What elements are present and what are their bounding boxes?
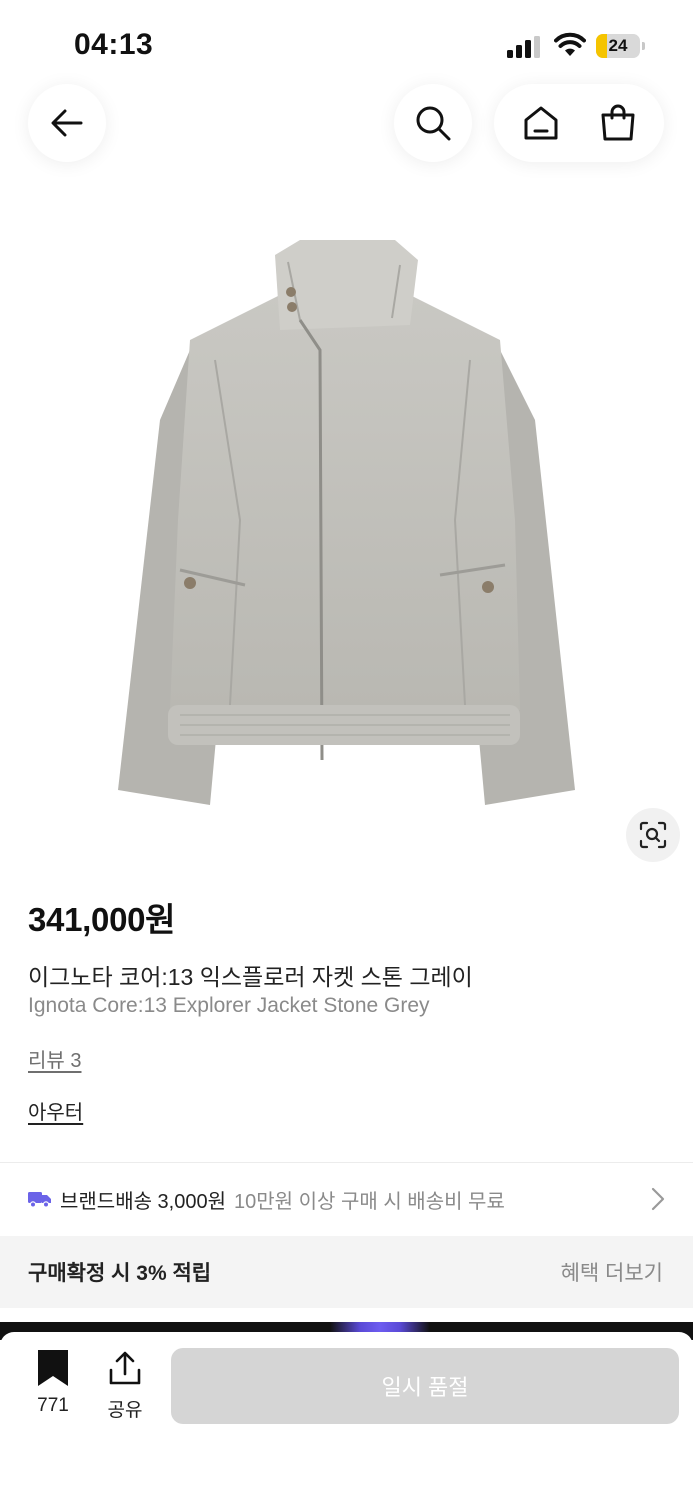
battery-level-text: 24 [608, 36, 628, 55]
visual-search-button[interactable] [626, 808, 680, 862]
status-time: 04:13 [74, 28, 154, 61]
status-bar: 04:13 24 [0, 0, 693, 90]
arrow-left-icon [51, 109, 83, 137]
cellular-signal-icon [507, 36, 540, 58]
product-name-english: Ignota Core:13 Explorer Jacket Stone Gre… [28, 994, 430, 1017]
home-cart-group [494, 84, 664, 162]
benefit-row: 구매확정 시 3% 적립 혜택 더보기 [0, 1236, 693, 1308]
category-link[interactable]: 아우터 [28, 1096, 83, 1125]
back-button[interactable] [28, 84, 106, 162]
bookmark-button[interactable]: 771 [28, 1350, 78, 1417]
cart-button[interactable] [599, 104, 637, 142]
more-benefits-link[interactable]: 혜택 더보기 [561, 1257, 663, 1287]
shopping-bag-icon [601, 104, 634, 141]
share-label: 공유 [107, 1400, 143, 1421]
product-price: 341,000원 [28, 901, 176, 938]
truck-icon [28, 1192, 51, 1208]
wifi-icon [554, 32, 586, 56]
bottom-action-bar: 771 공유 일시 품절 [0, 1332, 693, 1500]
share-button[interactable]: 공유 [100, 1350, 150, 1422]
share-icon [109, 1351, 141, 1385]
reward-points-text: 구매확정 시 3% 적립 [28, 1262, 212, 1285]
bookmark-count: 771 [37, 1395, 69, 1416]
home-button[interactable] [522, 104, 560, 142]
sold-out-button[interactable]: 일시 품절 [171, 1348, 679, 1424]
free-shipping-condition: 10만원 이상 구매 시 배송비 무료 [234, 1190, 505, 1213]
product-image[interactable] [0, 200, 693, 860]
bookmark-icon [38, 1350, 68, 1386]
shipping-fee: 브랜드배송 3,000원 [60, 1190, 227, 1213]
review-link[interactable]: 리뷰 3 [28, 1044, 81, 1073]
product-name-korean: 이그노타 코어:13 익스플로러 자켓 스톤 그레이 [28, 964, 473, 990]
home-icon [524, 106, 557, 140]
shipping-info-row[interactable]: 브랜드배송 3,000원 10만원 이상 구매 시 배송비 무료 [0, 1163, 693, 1235]
chevron-right-icon [651, 1187, 665, 1211]
search-icon [416, 106, 451, 141]
battery-icon: 24 [596, 34, 646, 58]
visual-search-icon [639, 821, 667, 849]
search-button[interactable] [394, 84, 472, 162]
